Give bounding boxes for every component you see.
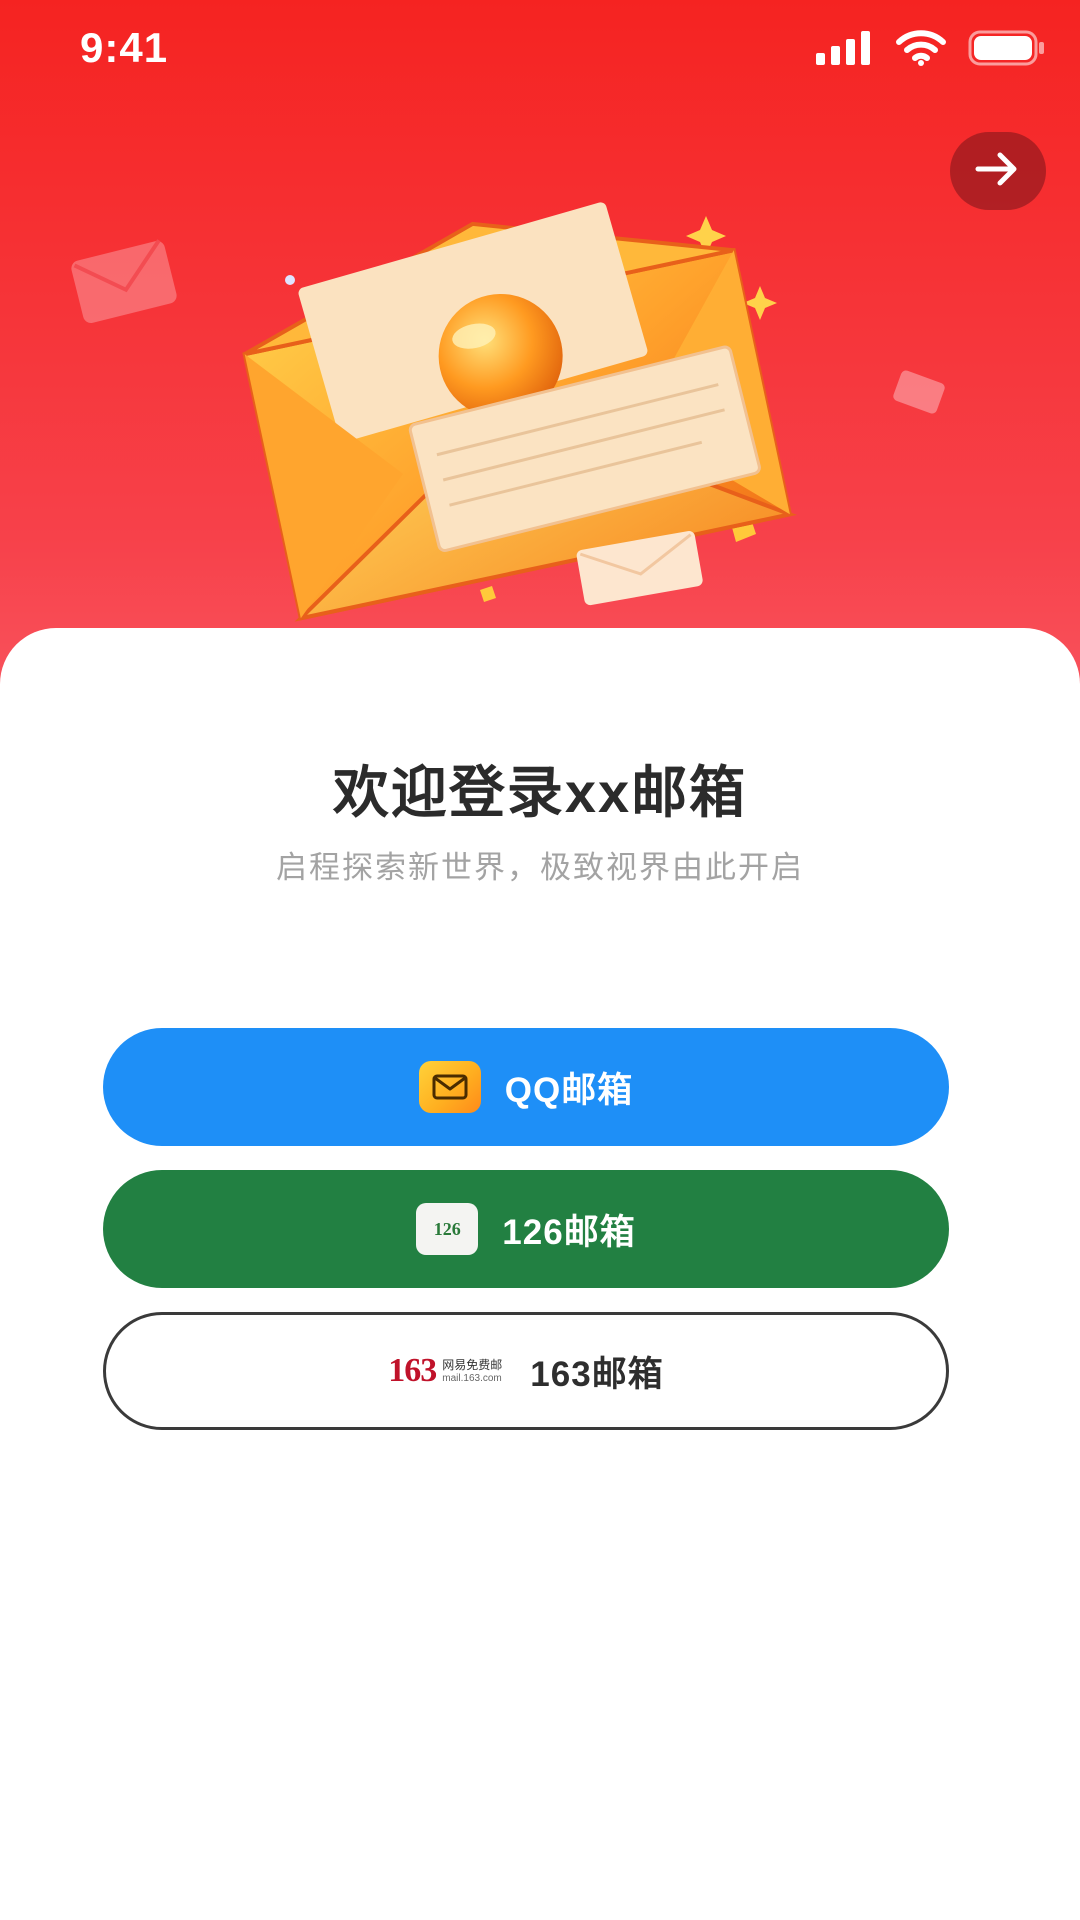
163-logo-url: mail.163.com — [442, 1372, 502, 1384]
battery-icon — [968, 30, 1046, 71]
status-bar: 9:41 — [0, 0, 1080, 100]
wifi-icon — [896, 30, 946, 71]
signal-icon — [816, 31, 874, 70]
envelope-illustration — [60, 150, 1020, 630]
163-logo-text: 网易免费邮 mail.163.com — [442, 1359, 502, 1384]
qq-mail-label: QQ邮箱 — [504, 1070, 634, 1110]
163-mail-logo: 163 网易免费邮 mail.163.com — [388, 1352, 502, 1390]
126-mail-label: 126邮箱 — [502, 1212, 636, 1252]
status-icons — [816, 30, 1046, 71]
126-mail-icon: 126 — [416, 1203, 479, 1255]
163-mail-label: 163邮箱 — [530, 1354, 664, 1394]
163-logo-cn: 网易免费邮 — [442, 1357, 503, 1372]
163-logo-number: 163 — [388, 1352, 437, 1389]
page-subtitle: 启程探索新世界，极致视界由此开启 — [276, 850, 804, 885]
qq-mail-icon — [418, 1061, 481, 1113]
126-mail-login-button[interactable]: 126 126邮箱 — [103, 1170, 949, 1288]
page-title: 欢迎登录xx邮箱 — [332, 761, 748, 824]
status-time: 9:41 — [80, 24, 169, 71]
163-mail-login-button[interactable]: 163 网易免费邮 mail.163.com 163邮箱 — [103, 1312, 949, 1430]
login-screen: 9:41 欢迎登录xx邮箱 启程探索新世界，极致视界由此开启 QQ邮箱 126 … — [0, 0, 1080, 1920]
qq-mail-login-button[interactable]: QQ邮箱 — [103, 1028, 949, 1146]
